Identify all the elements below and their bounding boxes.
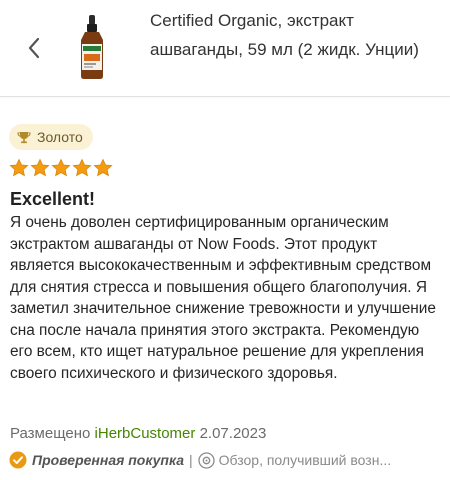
posted-date: 2.07.2023	[199, 425, 267, 442]
star-icon	[72, 158, 92, 177]
star-icon	[9, 158, 29, 177]
star-icon	[51, 158, 71, 177]
author-link[interactable]: iHerbCustomer	[95, 425, 196, 442]
gear-badge-icon	[197, 451, 215, 469]
trophy-icon	[17, 132, 31, 144]
product-image[interactable]	[72, 14, 112, 80]
product-header: Certified Organic, экстракт ашваганды, 5…	[0, 0, 450, 97]
check-circle-icon	[9, 451, 27, 469]
review-title: Excellent!	[10, 189, 96, 209]
back-button[interactable]	[20, 30, 48, 66]
reviewer-rank-badge: Золото	[9, 124, 93, 150]
review-meta-row: Проверенная покупка | Обзор, получивший …	[9, 451, 450, 469]
star-icon	[30, 158, 50, 177]
star-rating	[9, 158, 113, 178]
badge-label: Золото	[37, 129, 83, 145]
product-title[interactable]: Certified Organic, экстракт ашваганды, 5…	[150, 6, 440, 64]
posted-info: Размещено iHerbCustomer 2.07.2023	[10, 425, 266, 442]
meta-separator: |	[189, 452, 193, 468]
posted-prefix: Размещено	[10, 425, 91, 442]
review-body: Я очень доволен сертифицированным органи…	[10, 214, 436, 382]
star-icon	[93, 158, 113, 177]
incentivized-review-note[interactable]: Обзор, получивший возн...	[219, 452, 391, 468]
verified-purchase-label: Проверенная покупка	[32, 452, 184, 468]
chevron-left-icon	[28, 37, 40, 59]
